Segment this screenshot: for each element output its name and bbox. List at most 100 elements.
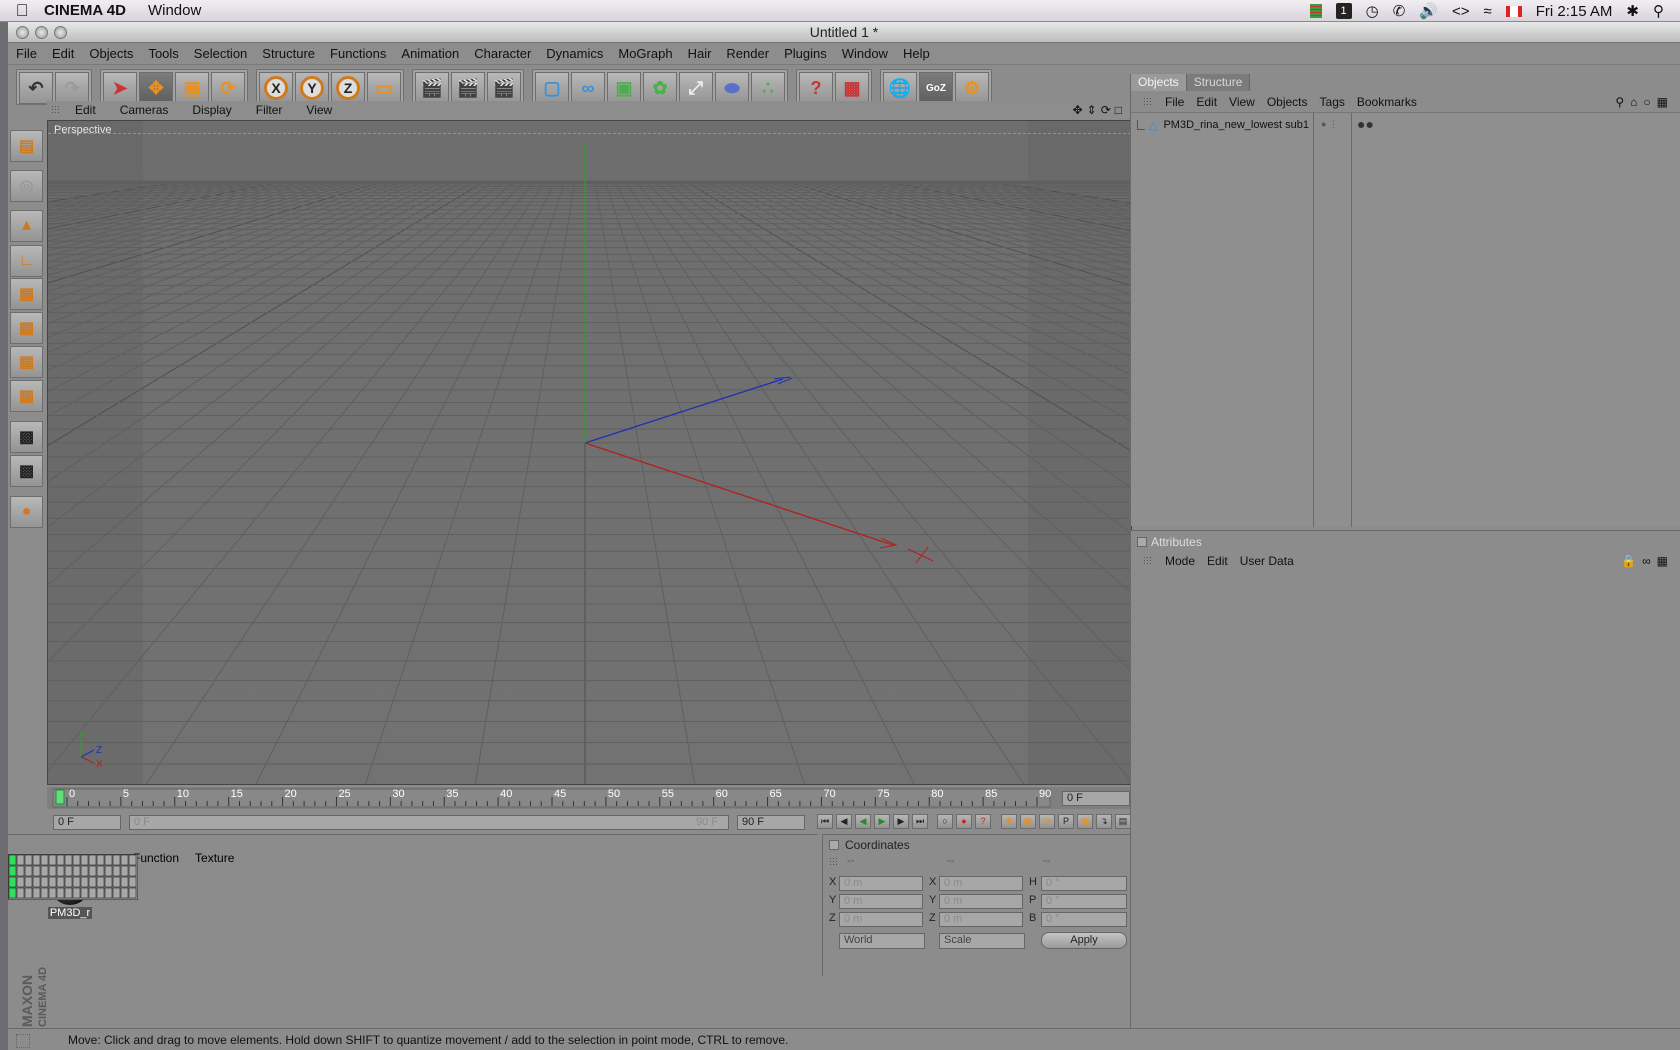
material-tag-icon[interactable]: ●●: [1357, 116, 1374, 132]
window-menu[interactable]: Window: [148, 2, 201, 19]
clock[interactable]: Fri 2:15 AM: [1536, 3, 1613, 20]
key-scale-button[interactable]: ▣: [1020, 814, 1036, 829]
menu-selection[interactable]: Selection: [194, 46, 247, 61]
palette-grid[interactable]: [8, 854, 138, 900]
make-editable-button[interactable]: ◎: [10, 170, 43, 202]
snap-button[interactable]: ●: [10, 496, 43, 528]
attributes-menu-mode[interactable]: Mode: [1165, 554, 1195, 568]
grip-icon[interactable]: [1143, 97, 1153, 107]
nurbs-button[interactable]: ▣: [607, 72, 641, 104]
timeline-ruler[interactable]: 0 5 10 15 20 25 30 35 40 45 50 55 60 65 70 75 80 85 90 0 F: [47, 787, 1132, 809]
maxon-button[interactable]: ⚙: [955, 72, 989, 104]
objects-menu-edit[interactable]: Edit: [1196, 95, 1217, 109]
menu-objects[interactable]: Objects: [89, 46, 133, 61]
objects-menu-bookmarks[interactable]: Bookmarks: [1357, 95, 1417, 109]
layout-button[interactable]: ▦: [835, 72, 869, 104]
tab-structure[interactable]: Structure: [1186, 74, 1251, 91]
menu-plugins[interactable]: Plugins: [784, 46, 827, 61]
menu-animation[interactable]: Animation: [401, 46, 459, 61]
rot-b-field[interactable]: 0 °: [1041, 912, 1127, 927]
size-y-field[interactable]: 0 m: [939, 894, 1023, 909]
menu-help[interactable]: Help: [903, 46, 930, 61]
menu-window[interactable]: Window: [842, 46, 888, 61]
undo-button[interactable]: ↶: [19, 72, 53, 104]
objects-menu-file[interactable]: File: [1165, 95, 1184, 109]
menu-hair[interactable]: Hair: [688, 46, 712, 61]
select-tool-button[interactable]: ➤: [103, 72, 137, 104]
visibility-dots-icon[interactable]: ● ⋮: [1321, 119, 1338, 130]
activity-icon[interactable]: [1309, 4, 1322, 18]
goto-end-button[interactable]: ⏭: [912, 814, 928, 829]
play-button[interactable]: ▶: [874, 814, 890, 829]
size-z-field[interactable]: 0 m: [939, 912, 1023, 927]
size-mode-select[interactable]: Scale: [939, 933, 1025, 949]
bluetooth-icon[interactable]: ✱: [1626, 2, 1639, 20]
motion-path-button[interactable]: ↴: [1096, 814, 1112, 829]
cube-button[interactable]: ▢: [535, 72, 569, 104]
menu-structure[interactable]: Structure: [262, 46, 315, 61]
play-reverse-button[interactable]: ◀: [855, 814, 871, 829]
web-button[interactable]: 🌐: [883, 72, 917, 104]
pos-x-field[interactable]: 0 m: [839, 876, 923, 891]
goto-start-button[interactable]: ⏮: [817, 814, 833, 829]
axis-x-button[interactable]: X: [259, 72, 293, 104]
material-menu-function[interactable]: Function: [133, 851, 179, 865]
grip-icon[interactable]: [1143, 556, 1153, 566]
apple-icon[interactable]: : [0, 1, 44, 21]
attributes-menu-user-data[interactable]: User Data: [1240, 554, 1294, 568]
menu-character[interactable]: Character: [474, 46, 531, 61]
viewport-nav-icons[interactable]: ✥⇕⟳□: [1073, 103, 1126, 117]
array-button[interactable]: ✿: [643, 72, 677, 104]
spline-button[interactable]: ∞: [571, 72, 605, 104]
viewport-menu-cameras[interactable]: Cameras: [120, 103, 169, 117]
objects-menu-tags[interactable]: Tags: [1320, 95, 1345, 109]
coord-system-select[interactable]: World: [839, 933, 925, 949]
end-frame-field[interactable]: 90 F: [737, 815, 805, 830]
model-mode-button[interactable]: ▲: [10, 210, 43, 242]
current-frame-field[interactable]: 0 F: [1062, 791, 1130, 806]
axis-y-button[interactable]: Y: [295, 72, 329, 104]
coordinate-system-button[interactable]: ▭: [367, 72, 401, 104]
viewport-menu-edit[interactable]: Edit: [75, 103, 96, 117]
particle-button[interactable]: ∴: [751, 72, 785, 104]
material-menu-texture[interactable]: Texture: [195, 851, 234, 865]
help-button[interactable]: ?: [799, 72, 833, 104]
move-tool-button[interactable]: ✥: [139, 72, 173, 104]
objects-menu-objects[interactable]: Objects: [1267, 95, 1308, 109]
scale-tool-button[interactable]: ▣: [175, 72, 209, 104]
viewport-menu-display[interactable]: Display: [192, 103, 231, 117]
wifi-icon[interactable]: ≈: [1483, 3, 1491, 20]
coordinates-checkbox[interactable]: [829, 840, 839, 850]
minimize-button[interactable]: [35, 26, 48, 39]
timeline-ticks[interactable]: 0 5 10 15 20 25 30 35 40 45 50 55 60 65 70 75 80 85 90: [47, 787, 1132, 809]
rot-h-field[interactable]: 0 °: [1041, 876, 1127, 891]
key-pla-button[interactable]: ▦: [1077, 814, 1093, 829]
layout-view-button[interactable]: ▤: [10, 130, 43, 162]
polygon-mode-button[interactable]: ▦: [10, 346, 43, 378]
code-icon[interactable]: <>: [1452, 3, 1470, 20]
zoom-button[interactable]: [54, 26, 67, 39]
object-axis-button[interactable]: ∟: [10, 245, 43, 277]
perspective-viewport[interactable]: Y Z X Perspective: [47, 120, 1132, 785]
menu-tools[interactable]: Tools: [148, 46, 178, 61]
edge-mode-button[interactable]: ▦: [10, 312, 43, 344]
viewport-menu-filter[interactable]: Filter: [256, 103, 283, 117]
prev-key-button[interactable]: ◀: [836, 814, 852, 829]
menu-functions[interactable]: Functions: [330, 46, 386, 61]
uv-mode-button[interactable]: ▦: [10, 380, 43, 412]
menu-edit[interactable]: Edit: [52, 46, 74, 61]
redo-button[interactable]: ↷: [55, 72, 89, 104]
spotlight-icon[interactable]: ⚲: [1653, 2, 1664, 20]
tab-objects[interactable]: Objects: [1131, 74, 1187, 91]
autokey-button[interactable]: ?: [975, 814, 991, 829]
menu-render[interactable]: Render: [726, 46, 769, 61]
volume-icon[interactable]: 🔊: [1419, 2, 1438, 20]
time-machine-icon[interactable]: ◷: [1366, 2, 1379, 20]
start-frame-field[interactable]: 0 F: [53, 815, 121, 830]
timeline-menu-button[interactable]: ▤: [1115, 814, 1131, 829]
point-mode-button[interactable]: ▦: [10, 278, 43, 310]
key-param-button[interactable]: P: [1058, 814, 1074, 829]
record-mode-button[interactable]: ○: [937, 814, 953, 829]
menu-file[interactable]: File: [16, 46, 37, 61]
rotate-tool-button[interactable]: ⟳: [211, 72, 245, 104]
